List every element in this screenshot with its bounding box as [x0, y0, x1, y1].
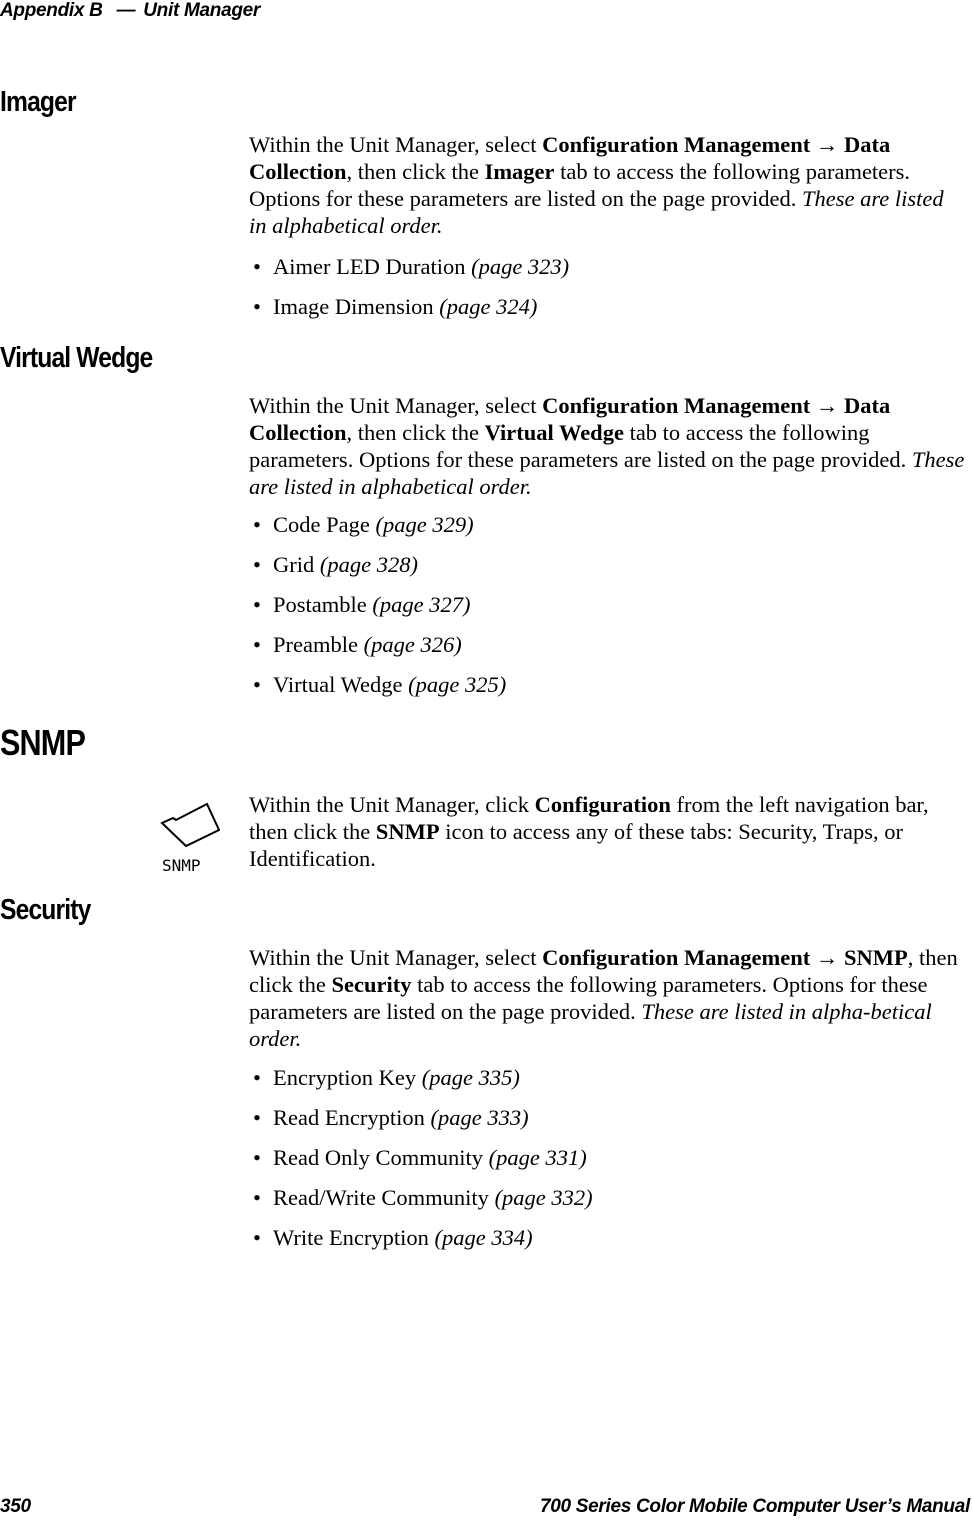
page-ref-link[interactable]: (page 335): [422, 1065, 520, 1090]
text: , then click the: [346, 420, 485, 445]
appendix-label: Appendix B: [0, 0, 103, 21]
snmp-icon-label: SNMP: [162, 856, 201, 875]
bullet: •: [253, 512, 261, 537]
menu-configuration-management: Configuration Management: [542, 945, 811, 970]
item-label: Read/Write Community: [273, 1185, 495, 1210]
item-label: Aimer LED Duration: [273, 254, 472, 279]
item-label: Code Page: [273, 512, 376, 537]
text: Within the Unit Manager, click: [249, 792, 535, 817]
page-ref-link[interactable]: (page 331): [489, 1145, 587, 1170]
list-item: • Encryption Key (page 335): [253, 1065, 593, 1105]
page-ref-link[interactable]: (page 334): [435, 1225, 533, 1250]
page-ref-link[interactable]: (page 333): [430, 1105, 528, 1130]
bullet: •: [253, 632, 261, 657]
item-label: Write Encryption: [273, 1225, 435, 1250]
arrow: →: [810, 132, 844, 157]
snmp-icon-ref: SNMP: [375, 819, 440, 844]
page-ref-link[interactable]: (page 332): [495, 1185, 593, 1210]
text: , then click the: [346, 159, 485, 184]
item-label: Preamble: [273, 632, 364, 657]
tab-imager: Imager: [484, 159, 555, 184]
bullet: •: [253, 1065, 261, 1090]
arrow: →: [810, 945, 844, 970]
item-label: Read Encryption: [273, 1105, 431, 1130]
list-item: • Postamble (page 327): [253, 592, 506, 632]
list-item: • Grid (page 328): [253, 552, 506, 592]
virtual-wedge-paragraph: Within the Unit Manager, select Configur…: [249, 392, 965, 500]
list-item: • Image Dimension (page 324): [253, 294, 569, 334]
list-item: • Read/Write Community (page 332): [253, 1185, 593, 1225]
page-ref-link[interactable]: (page 328): [320, 552, 418, 577]
chapter-title: Unit Manager: [143, 0, 261, 21]
arrow: →: [810, 393, 844, 418]
menu-configuration-management: Configuration Management: [542, 132, 811, 157]
bullet: •: [253, 1185, 261, 1210]
security-heading: Security: [0, 894, 91, 926]
item-label: Grid: [273, 552, 320, 577]
imager-heading: Imager: [0, 86, 77, 118]
item-label: Read Only Community: [273, 1145, 489, 1170]
item-label: Virtual Wedge: [273, 672, 409, 697]
page-ref-link[interactable]: (page 329): [375, 512, 473, 537]
list-item: • Aimer LED Duration (page 323): [253, 254, 569, 294]
item-label: Encryption Key: [273, 1065, 422, 1090]
page-ref-link[interactable]: (page 323): [471, 254, 569, 279]
list-item: • Preamble (page 326): [253, 632, 506, 672]
nav-configuration: Configuration: [534, 792, 671, 817]
page-ref-link[interactable]: (page 326): [364, 632, 462, 657]
list-item: • Write Encryption (page 334): [253, 1225, 593, 1265]
page-ref-link[interactable]: (page 324): [439, 294, 537, 319]
item-label: Image Dimension: [273, 294, 440, 319]
snmp-folder-icon: SNMP: [160, 792, 220, 882]
menu-configuration-management: Configuration Management: [542, 393, 811, 418]
text: Within the Unit Manager, select: [249, 393, 543, 418]
bullet: •: [253, 552, 261, 577]
security-paragraph: Within the Unit Manager, select Configur…: [249, 944, 965, 1052]
list-item: • Read Only Community (page 331): [253, 1145, 593, 1185]
folder-icon: [160, 802, 220, 848]
bullet: •: [253, 254, 261, 279]
header-dash: —: [116, 0, 136, 21]
bullet: •: [253, 672, 261, 697]
text: Within the Unit Manager, select: [249, 132, 543, 157]
list-item: • Virtual Wedge (page 325): [253, 672, 506, 712]
bullet: •: [253, 592, 261, 617]
snmp-paragraph: Within the Unit Manager, click Configura…: [249, 791, 965, 872]
imager-paragraph: Within the Unit Manager, select Configur…: [249, 131, 965, 239]
imager-parameter-list: • Aimer LED Duration (page 323) • Image Di…: [253, 254, 569, 334]
security-parameter-list: • Encryption Key (page 335) • Read Encrypt…: [253, 1065, 593, 1265]
snmp-heading: SNMP: [0, 722, 86, 763]
menu-snmp: SNMP: [843, 945, 908, 970]
bullet: •: [253, 294, 261, 319]
running-header: Appendix B — Unit Manager: [0, 0, 260, 22]
bullet: •: [253, 1145, 261, 1170]
bullet: •: [253, 1105, 261, 1130]
text: Within the Unit Manager, select: [249, 945, 543, 970]
list-item: • Read Encryption (page 333): [253, 1105, 593, 1145]
tab-security: Security: [331, 972, 412, 997]
virtual-wedge-parameter-list: • Code Page (page 329) • Grid (page 328) •…: [253, 512, 506, 712]
bullet: •: [253, 1225, 261, 1250]
list-item: • Code Page (page 329): [253, 512, 506, 552]
page-number: 350: [0, 1496, 31, 1517]
virtual-wedge-heading: Virtual Wedge: [0, 342, 153, 374]
page-ref-link[interactable]: (page 327): [372, 592, 470, 617]
tab-virtual-wedge: Virtual Wedge: [484, 420, 624, 445]
manual-title: 700 Series Color Mobile Computer User’s …: [539, 1496, 970, 1517]
item-label: Postamble: [273, 592, 373, 617]
page-ref-link[interactable]: (page 325): [408, 672, 506, 697]
